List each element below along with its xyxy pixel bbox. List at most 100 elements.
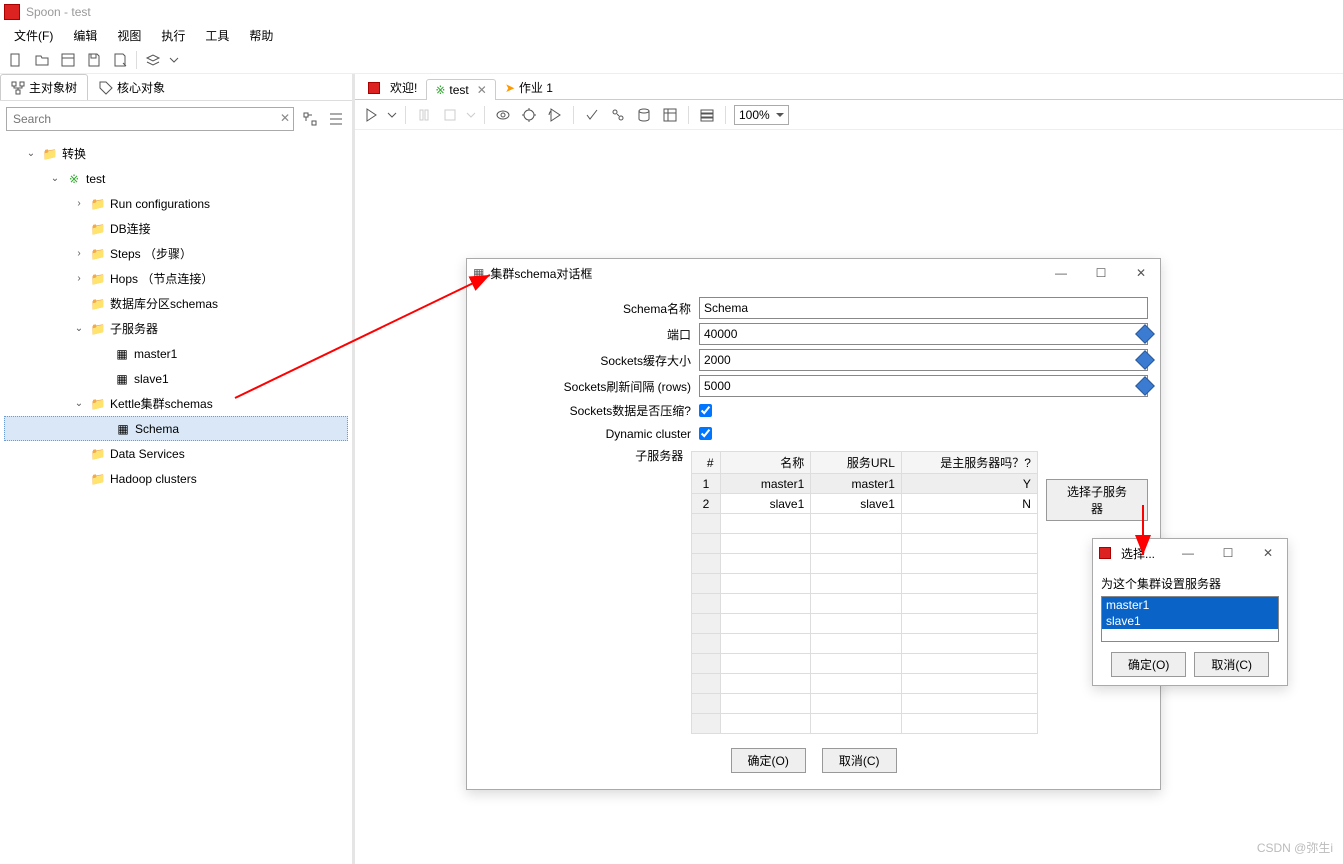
input-schema-name[interactable] bbox=[699, 297, 1148, 319]
explore-db-icon[interactable] bbox=[660, 105, 680, 125]
tab-welcome[interactable]: 欢迎! bbox=[359, 75, 426, 99]
tree-subserver[interactable]: ⌄📁子服务器 bbox=[4, 316, 348, 341]
transform-icon: ※ bbox=[66, 171, 82, 187]
dialog-titlebar[interactable]: ▦ 集群schema对话框 ― ☐ ✕ bbox=[467, 259, 1160, 287]
verify-icon[interactable] bbox=[582, 105, 602, 125]
cancel-button[interactable]: 取消(C) bbox=[1194, 652, 1269, 677]
tree-dbpart[interactable]: ›📁数据库分区schemas bbox=[4, 291, 348, 316]
select-dialog-title: 选择... bbox=[1121, 545, 1155, 562]
col-url: 服务URL bbox=[811, 452, 902, 474]
new-icon[interactable] bbox=[6, 50, 26, 70]
checkbox-dynamic[interactable] bbox=[699, 427, 712, 440]
pause-icon[interactable] bbox=[414, 105, 434, 125]
app-icon bbox=[4, 4, 20, 20]
show-results-icon[interactable] bbox=[697, 105, 717, 125]
job-icon: ➤ bbox=[505, 81, 515, 95]
col-master: 是主服务器吗？? bbox=[901, 452, 1037, 474]
dialog-titlebar[interactable]: 选择... ― ☐ ✕ bbox=[1093, 539, 1287, 567]
label-compress: Sockets数据是否压缩? bbox=[479, 402, 699, 419]
table-row[interactable]: 2slave1slave1N bbox=[692, 494, 1038, 514]
menu-file[interactable]: 文件(F) bbox=[4, 25, 63, 46]
dropdown-icon[interactable] bbox=[169, 50, 179, 70]
list-item[interactable]: master1 bbox=[1102, 597, 1278, 613]
maximize-icon[interactable]: ☐ bbox=[1215, 546, 1241, 560]
folder-icon: 📁 bbox=[90, 271, 106, 287]
tree-hadoop[interactable]: ›📁Hadoop clusters bbox=[4, 466, 348, 491]
tree-cluster[interactable]: ⌄📁Kettle集群schemas bbox=[4, 391, 348, 416]
main-toolbar bbox=[0, 46, 1343, 74]
maximize-icon[interactable]: ☐ bbox=[1088, 266, 1114, 280]
tree-master1[interactable]: ›▦master1 bbox=[4, 341, 348, 366]
save-icon[interactable] bbox=[84, 50, 104, 70]
zoom-select[interactable]: 100% bbox=[734, 105, 789, 125]
collapse-icon[interactable] bbox=[326, 109, 346, 129]
select-subserver-button[interactable]: 选择子服务器 bbox=[1046, 479, 1148, 521]
sql-icon[interactable] bbox=[634, 105, 654, 125]
tree-dataservices[interactable]: ›📁Data Services bbox=[4, 441, 348, 466]
replay-icon[interactable] bbox=[545, 105, 565, 125]
table-row[interactable]: 1master1master1Y bbox=[692, 474, 1038, 494]
folder-icon: 📁 bbox=[90, 196, 106, 212]
preview-icon[interactable] bbox=[493, 105, 513, 125]
tree-hops[interactable]: ›📁Hops （节点连接） bbox=[4, 266, 348, 291]
window-title: Spoon - test bbox=[26, 5, 91, 19]
tree-schema[interactable]: ›▦Schema bbox=[4, 416, 348, 441]
open-icon[interactable] bbox=[32, 50, 52, 70]
folder-icon: 📁 bbox=[90, 471, 106, 487]
menu-help[interactable]: 帮助 bbox=[239, 25, 283, 46]
stop-icon[interactable] bbox=[440, 105, 460, 125]
clear-search-icon[interactable]: ✕ bbox=[280, 111, 290, 125]
welcome-icon bbox=[368, 82, 380, 94]
input-flush[interactable] bbox=[699, 375, 1148, 397]
tree-slave1[interactable]: ›▦slave1 bbox=[4, 366, 348, 391]
menu-run[interactable]: 执行 bbox=[151, 25, 195, 46]
tab-object-tree[interactable]: 主对象树 bbox=[0, 74, 88, 100]
cluster-schema-dialog: ▦ 集群schema对话框 ― ☐ ✕ Schema名称 端口 Sockets缓… bbox=[466, 258, 1161, 790]
minimize-icon[interactable]: ― bbox=[1048, 266, 1074, 280]
impact-icon[interactable] bbox=[608, 105, 628, 125]
server-icon: ▦ bbox=[114, 346, 130, 362]
menu-tool[interactable]: 工具 bbox=[195, 25, 239, 46]
list-item[interactable]: slave1 bbox=[1102, 613, 1278, 629]
cancel-button[interactable]: 取消(C) bbox=[822, 748, 897, 773]
server-listbox[interactable]: master1slave1 bbox=[1101, 596, 1279, 642]
menu-bar: 文件(F) 编辑 视图 执行 工具 帮助 bbox=[0, 24, 1343, 46]
dialog-icon: ▦ bbox=[473, 266, 484, 280]
ok-button[interactable]: 确定(O) bbox=[1111, 652, 1186, 677]
label-subservers: 子服务器 bbox=[479, 447, 691, 464]
saveas-icon[interactable] bbox=[110, 50, 130, 70]
tab-object-tree-label: 主对象树 bbox=[29, 79, 77, 96]
menu-edit[interactable]: 编辑 bbox=[63, 25, 107, 46]
tab-test[interactable]: ※test✕ bbox=[426, 79, 495, 100]
tree-runcfg[interactable]: ›📁Run configurations bbox=[4, 191, 348, 216]
input-port[interactable] bbox=[699, 323, 1148, 345]
dropdown-icon[interactable] bbox=[387, 105, 397, 125]
subserver-table[interactable]: # 名称 服务URL 是主服务器吗？? 1master1master1Y2sla… bbox=[691, 451, 1038, 734]
select-server-dialog: 选择... ― ☐ ✕ 为这个集群设置服务器 master1slave1 确定(… bbox=[1092, 538, 1288, 686]
label-port: 端口 bbox=[479, 326, 699, 343]
play-icon[interactable] bbox=[361, 105, 381, 125]
ok-button[interactable]: 确定(O) bbox=[731, 748, 806, 773]
perspective-icon[interactable] bbox=[143, 50, 163, 70]
debug-icon[interactable] bbox=[519, 105, 539, 125]
search-input[interactable] bbox=[6, 107, 294, 131]
checkbox-compress[interactable] bbox=[699, 404, 712, 417]
expand-icon[interactable] bbox=[300, 109, 320, 129]
tree-test[interactable]: ⌄※test bbox=[4, 166, 348, 191]
left-panel: 主对象树 核心对象 ✕ ⌄📁转换 ⌄※test ›📁Run configurat… bbox=[0, 74, 355, 864]
close-tab-icon[interactable]: ✕ bbox=[477, 83, 487, 97]
tab-core-objects[interactable]: 核心对象 bbox=[88, 74, 176, 100]
tree-steps[interactable]: ›📁Steps （步骤） bbox=[4, 241, 348, 266]
tree-root[interactable]: ⌄📁转换 bbox=[4, 141, 348, 166]
tab-job[interactable]: ➤作业 1 bbox=[496, 75, 562, 99]
dropdown-icon[interactable] bbox=[466, 105, 476, 125]
select-prompt: 为这个集群设置服务器 bbox=[1101, 575, 1279, 592]
close-icon[interactable]: ✕ bbox=[1255, 546, 1281, 560]
minimize-icon[interactable]: ― bbox=[1175, 546, 1201, 560]
tab-core-objects-label: 核心对象 bbox=[117, 79, 165, 96]
input-buffer[interactable] bbox=[699, 349, 1148, 371]
close-icon[interactable]: ✕ bbox=[1128, 266, 1154, 280]
tree-db[interactable]: ›📁DB连接 bbox=[4, 216, 348, 241]
menu-view[interactable]: 视图 bbox=[107, 25, 151, 46]
explore-icon[interactable] bbox=[58, 50, 78, 70]
